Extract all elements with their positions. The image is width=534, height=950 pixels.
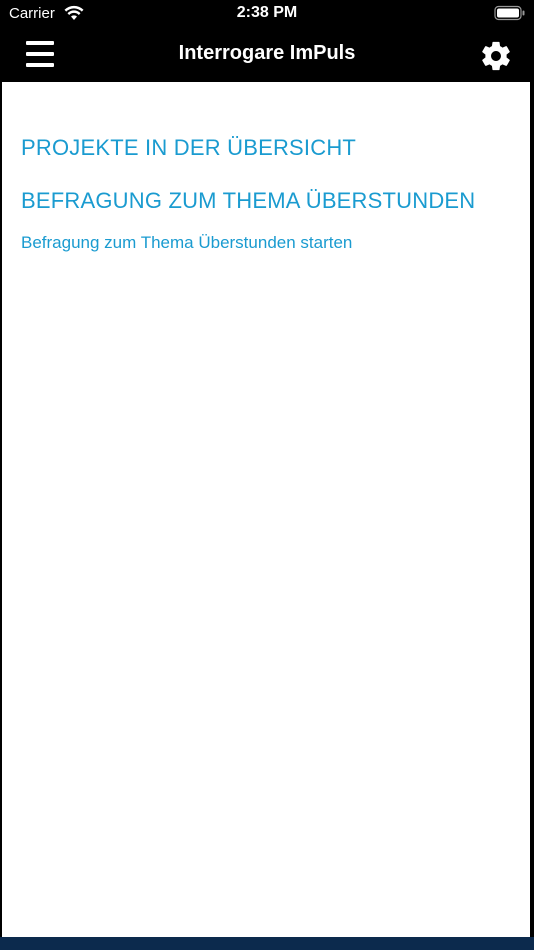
menu-icon	[26, 41, 54, 67]
gear-icon	[482, 41, 510, 71]
settings-button[interactable]	[476, 36, 516, 76]
status-time: 2:38 PM	[236, 4, 298, 21]
menu-button[interactable]	[18, 38, 62, 72]
survey-overtime-link[interactable]: BEFRAGUNG ZUM THEMA ÜBERSTUNDEN	[21, 188, 475, 214]
page-title: Interrogare ImPuls	[178, 42, 356, 64]
projects-overview-link[interactable]: PROJEKTE IN DER ÜBERSICHT	[21, 135, 356, 161]
bottom-bar	[0, 937, 534, 950]
start-survey-link[interactable]: Befragung zum Thema Überstunden starten	[21, 233, 352, 253]
battery-icon	[494, 5, 525, 21]
main-content: PROJEKTE IN DER ÜBERSICHT BEFRAGUNG ZUM …	[2, 82, 530, 937]
status-bar: Carrier 2:38 PM	[0, 0, 534, 28]
navigation-bar: Interrogare ImPuls	[0, 28, 534, 82]
